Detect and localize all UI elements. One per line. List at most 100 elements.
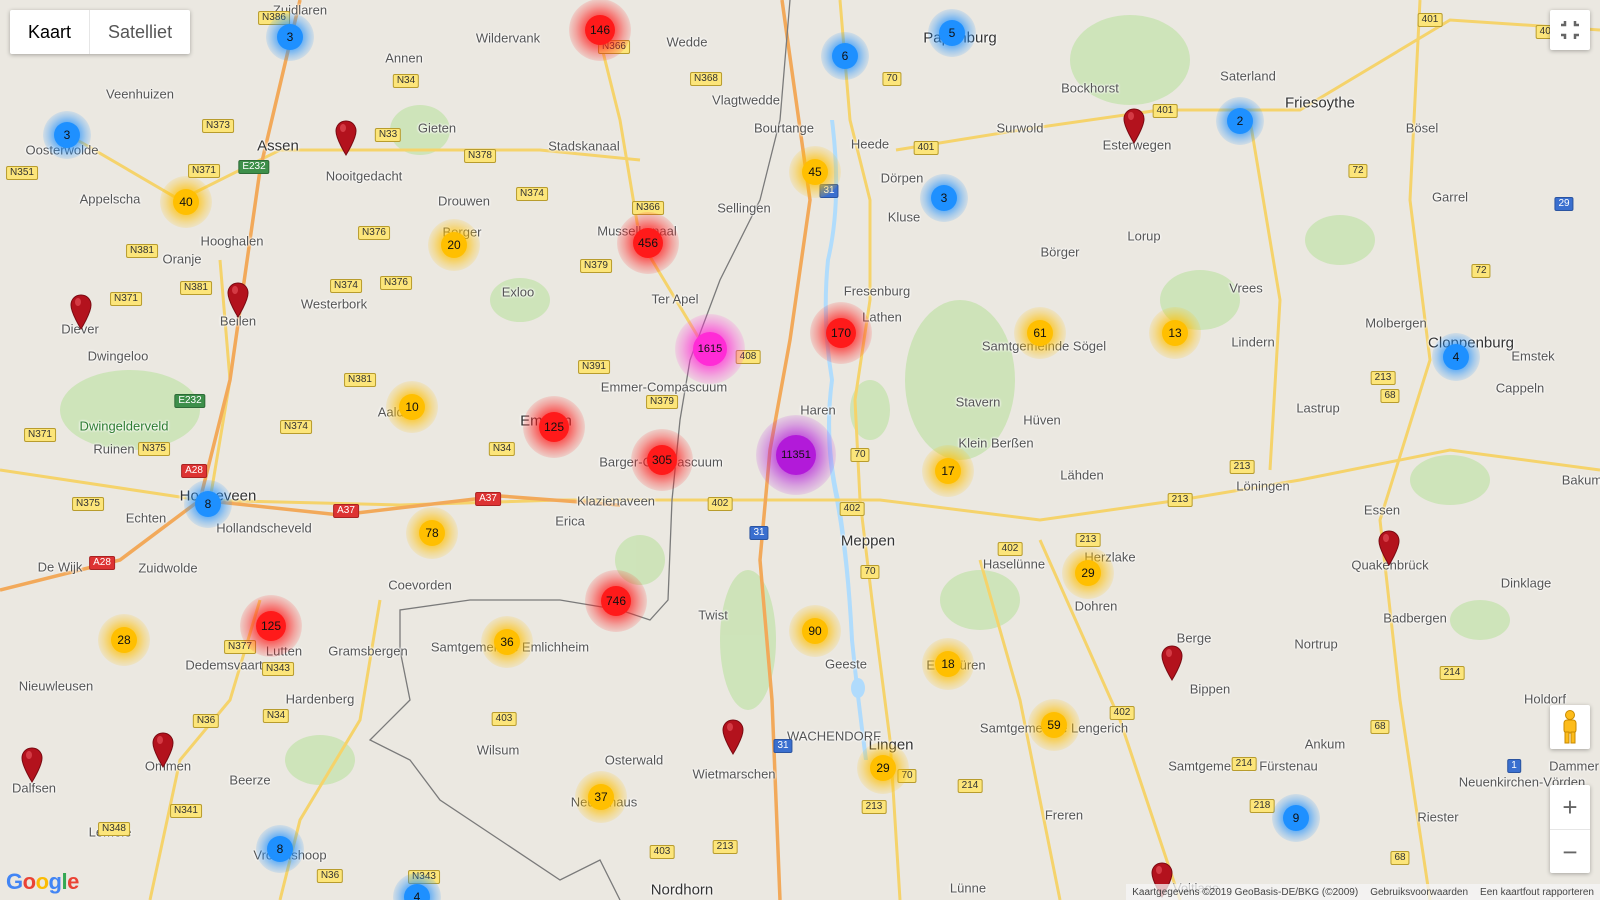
cluster-marker[interactable]: 305: [631, 429, 693, 491]
cluster-marker[interactable]: 5: [928, 9, 976, 57]
map-pin-icon: [70, 294, 92, 330]
cluster-marker[interactable]: 18: [922, 638, 974, 690]
cluster-marker[interactable]: 8: [184, 480, 232, 528]
cluster-marker[interactable]: 45: [789, 146, 841, 198]
zoom-out-button[interactable]: −: [1550, 829, 1590, 874]
place-label: Börger: [1040, 244, 1080, 260]
cluster-marker[interactable]: 4: [1432, 333, 1480, 381]
map-type-kaart-button[interactable]: Kaart: [10, 10, 89, 54]
cluster-marker[interactable]: 3: [920, 174, 968, 222]
road-shield: N375: [138, 442, 170, 456]
cluster-marker[interactable]: 746: [585, 570, 647, 632]
road-shield: 213: [1370, 371, 1396, 385]
road-shield: 70: [850, 448, 870, 462]
place-label: Lähden: [1060, 467, 1104, 483]
cluster-marker[interactable]: 20: [428, 219, 480, 271]
road-shield: 214: [1231, 757, 1257, 771]
zoom-in-button[interactable]: +: [1550, 785, 1590, 829]
cluster-count: 6: [832, 43, 858, 69]
cluster-marker[interactable]: 13: [1149, 307, 1201, 359]
terms-link[interactable]: Gebruiksvoorwaarden: [1364, 887, 1474, 898]
place-label: Molbergen: [1365, 315, 1427, 331]
cluster-count: 146: [585, 15, 615, 45]
cluster-marker[interactable]: 37: [575, 771, 627, 823]
cluster-marker[interactable]: 59: [1028, 699, 1080, 751]
cluster-marker[interactable]: 36: [481, 616, 533, 668]
cluster-count: 4: [404, 884, 430, 900]
cluster-marker[interactable]: 17: [922, 445, 974, 497]
cluster-marker[interactable]: 8: [256, 825, 304, 873]
map-canvas[interactable]: ZuidlarenWildervankWeddePapenburgSaterla…: [0, 0, 1600, 900]
pin-esterwegen[interactable]: [1123, 108, 1145, 144]
street-view-pegman-button[interactable]: [1550, 705, 1590, 749]
place-label: Nieuwleusen: [18, 678, 94, 694]
place-label: Bourtange: [754, 120, 814, 136]
cluster-marker[interactable]: 3: [43, 111, 91, 159]
place-label: Coevorden: [388, 577, 452, 593]
fullscreen-button[interactable]: [1550, 10, 1590, 50]
pin-nooitgedacht[interactable]: [335, 120, 357, 156]
cluster-marker[interactable]: 9: [1272, 794, 1320, 842]
road-shield: N381: [180, 281, 212, 295]
cluster-marker[interactable]: 2: [1216, 97, 1264, 145]
cluster-count: 28: [111, 627, 137, 653]
pin-beilen[interactable]: [227, 282, 249, 318]
map-type-satelliet-button[interactable]: Satelliet: [89, 10, 190, 54]
cluster-marker[interactable]: 146: [569, 0, 631, 61]
map-pin-icon: [335, 120, 357, 156]
place-label: Zuidwolde: [138, 560, 198, 576]
road-shield: N371: [24, 428, 56, 442]
cluster-count: 20: [441, 232, 467, 258]
place-label: Gieten: [417, 120, 457, 136]
cluster-count: 125: [256, 611, 286, 641]
place-label: Bösel: [1405, 120, 1439, 136]
cluster-marker[interactable]: 125: [240, 595, 302, 657]
cluster-count: 8: [267, 836, 293, 862]
place-label: Fresenburg: [843, 283, 911, 299]
pin-quakenbruck[interactable]: [1378, 530, 1400, 566]
place-label: Wedde: [666, 34, 708, 50]
place-label: Lindern: [1231, 334, 1275, 350]
road-shield: 402: [839, 502, 865, 516]
cluster-marker[interactable]: 3: [266, 13, 314, 61]
cluster-count: 10: [399, 394, 425, 420]
cluster-count: 5: [939, 20, 965, 46]
map-data-attribution: Kaartgegevens ©2019 GeoBasis-DE/BKG (©20…: [1132, 886, 1359, 898]
road-shield: N34: [392, 74, 420, 88]
road-shield: N379: [580, 259, 612, 273]
cluster-marker[interactable]: 11351: [756, 415, 836, 495]
pin-dalfsen[interactable]: [21, 747, 43, 783]
place-label: Dinklage: [1500, 575, 1552, 591]
place-label: Saterland: [1220, 68, 1276, 84]
cluster-marker[interactable]: 29: [1062, 547, 1114, 599]
cluster-count: 170: [826, 318, 856, 348]
cluster-marker[interactable]: 78: [406, 507, 458, 559]
cluster-marker[interactable]: 28: [98, 614, 150, 666]
cluster-marker[interactable]: 1615: [675, 314, 745, 384]
cluster-marker[interactable]: 6: [821, 32, 869, 80]
place-label: Vlagtwedde: [712, 92, 780, 108]
place-label: Dwingeloo: [87, 348, 149, 364]
pin-ommen[interactable]: [152, 732, 174, 768]
cluster-count: 61: [1027, 320, 1053, 346]
map-pin-icon: [21, 747, 43, 783]
pin-wietmarschen[interactable]: [722, 719, 744, 755]
cluster-marker[interactable]: 170: [810, 302, 872, 364]
place-label: Bockhorst: [1061, 80, 1119, 96]
cluster-count: 305: [647, 445, 677, 475]
cluster-marker[interactable]: 29: [857, 742, 909, 794]
cluster-marker[interactable]: 456: [617, 212, 679, 274]
cluster-marker[interactable]: 10: [386, 381, 438, 433]
cluster-marker[interactable]: 40: [160, 176, 212, 228]
cluster-count: 37: [588, 784, 614, 810]
cluster-marker[interactable]: 125: [523, 396, 585, 458]
report-error-link[interactable]: Een kaartfout rapporteren: [1474, 887, 1600, 898]
place-label: Gramsbergen: [328, 643, 408, 659]
pin-diever[interactable]: [70, 294, 92, 330]
cluster-marker[interactable]: 90: [789, 605, 841, 657]
cluster-marker[interactable]: 61: [1014, 307, 1066, 359]
pin-berge[interactable]: [1161, 645, 1183, 681]
place-label: Hooghalen: [200, 233, 264, 249]
road-shield: 29: [1554, 197, 1574, 211]
place-label: Hardenberg: [285, 691, 355, 707]
